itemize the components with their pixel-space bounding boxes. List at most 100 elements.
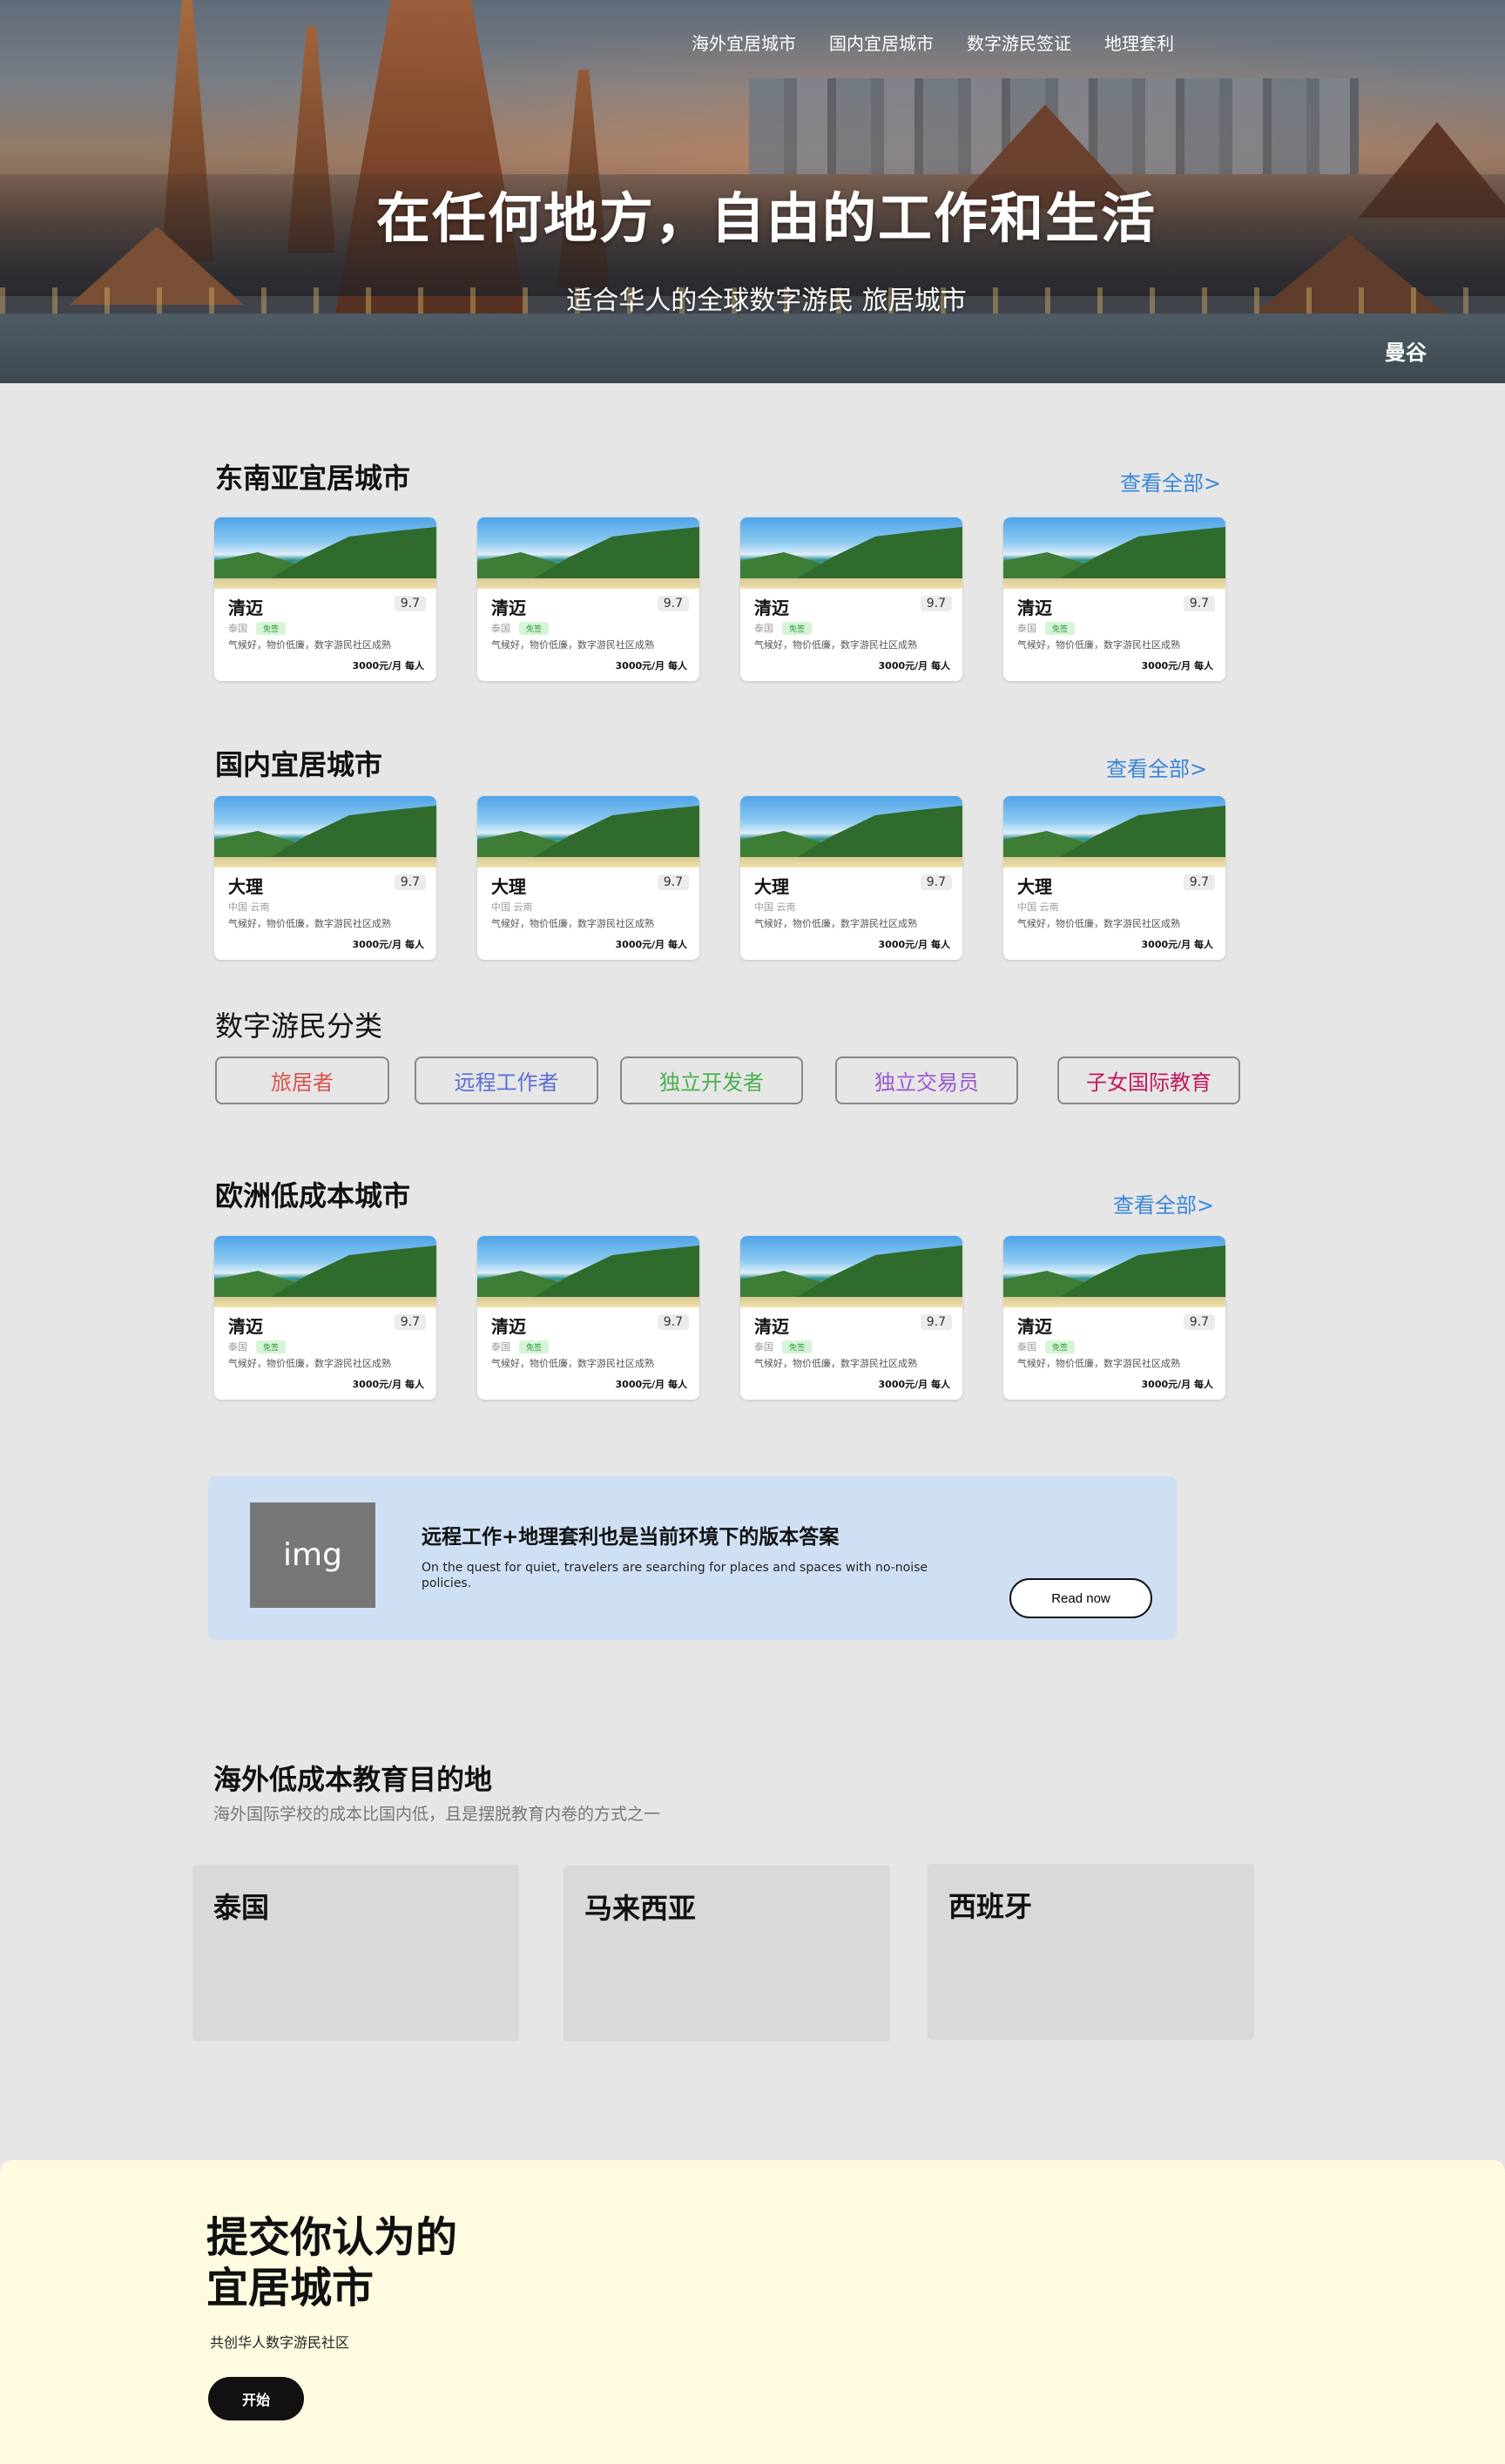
image-hill xyxy=(534,805,699,857)
city-card[interactable]: 清迈 9.7 泰国 免签 气候好，物价低廉，数字游民社区成熟 3000元/月 每人 xyxy=(214,1236,436,1400)
nav-item-geo-arbitrage[interactable]: 地理套利 xyxy=(1104,30,1174,55)
visa-free-badge: 免签 xyxy=(782,621,813,635)
education-card-thailand[interactable]: 泰国 xyxy=(192,1865,519,2041)
city-description: 气候好，物价低廉，数字游民社区成熟 xyxy=(491,639,654,651)
image-hill xyxy=(271,805,436,857)
city-score-badge: 9.7 xyxy=(657,596,689,611)
education-card-malaysia[interactable]: 马来西亚 xyxy=(564,1866,890,2042)
image-hill xyxy=(271,1245,436,1297)
section-title-sea: 东南亚宜居城市 xyxy=(215,462,411,495)
view-all-sea-link[interactable]: 查看全部> xyxy=(1120,466,1221,496)
city-card[interactable]: 清迈 9.7 泰国 免签 气候好，物价低廉，数字游民社区成熟 3000元/月 每人 xyxy=(477,517,699,681)
cta-subtitle: 共创华人数字游民社区 xyxy=(210,2334,350,2351)
city-card[interactable]: 清迈 9.7 泰国 免签 气候好，物价低廉，数字游民社区成熟 3000元/月 每人 xyxy=(740,517,962,681)
card-row-sea: 清迈 9.7 泰国 免签 气候好，物价低廉，数字游民社区成熟 3000元/月 每人 清迈 9.… xyxy=(214,517,1225,681)
category-button-indie-trader[interactable]: 独立交易员 xyxy=(835,1056,1018,1104)
city-price: 3000元/月 每人 xyxy=(615,939,687,950)
section-title-europe: 欧洲低成本城市 xyxy=(215,1179,411,1212)
nav-item-domestic-cities[interactable]: 国内宜居城市 xyxy=(829,30,934,55)
city-card-body: 清迈 9.7 泰国 免签 气候好，物价低廉，数字游民社区成熟 3000元/月 每人 xyxy=(1003,1307,1225,1400)
image-hill xyxy=(271,526,436,578)
city-card-body: 大理 9.7 中国 云南 气候好，物价低廉，数字游民社区成熟 3000元/月 每人 xyxy=(214,867,436,960)
city-price: 3000元/月 每人 xyxy=(1141,1379,1213,1390)
city-card[interactable]: 清迈 9.7 泰国 免签 气候好，物价低廉，数字游民社区成熟 3000元/月 每人 xyxy=(1003,517,1225,681)
city-score-badge: 9.7 xyxy=(657,1314,689,1330)
read-now-button[interactable]: Read now xyxy=(1009,1578,1152,1618)
city-card[interactable]: 大理 9.7 中国 云南 气候好，物价低廉，数字游民社区成熟 3000元/月 每人 xyxy=(1003,796,1225,960)
city-meta: 中国 云南 xyxy=(491,900,687,914)
city-card-image xyxy=(214,517,436,589)
top-nav: 海外宜居城市 国内宜居城市 数字游民签证 地理套利 xyxy=(692,30,1174,55)
visa-free-badge: 免签 xyxy=(519,621,550,635)
city-card[interactable]: 清迈 9.7 泰国 免签 气候好，物价低廉，数字游民社区成熟 3000元/月 每人 xyxy=(214,517,436,681)
nav-item-nomad-visa[interactable]: 数字游民签证 xyxy=(967,30,1071,55)
city-card-body: 大理 9.7 中国 云南 气候好，物价低廉，数字游民社区成熟 3000元/月 每人 xyxy=(477,867,699,960)
city-card[interactable]: 清迈 9.7 泰国 免签 气候好，物价低廉，数字游民社区成熟 3000元/月 每人 xyxy=(740,1236,962,1400)
city-meta: 泰国 免签 xyxy=(491,621,687,635)
hero-title: 在任何地方，自由的工作和生活 xyxy=(375,186,1157,250)
city-score-badge: 9.7 xyxy=(394,596,426,611)
city-country: 泰国 xyxy=(1017,1341,1036,1353)
nav-item-overseas-cities[interactable]: 海外宜居城市 xyxy=(692,30,796,55)
category-button-indie-developer[interactable]: 独立开发者 xyxy=(620,1056,803,1104)
submit-city-cta: 提交你认为的宜居城市 共创华人数字游民社区 开始 xyxy=(0,2160,1505,2464)
start-button[interactable]: 开始 xyxy=(208,2377,304,2420)
city-description: 气候好，物价低廉，数字游民社区成熟 xyxy=(754,918,917,929)
city-meta: 中国 云南 xyxy=(754,900,950,914)
city-card[interactable]: 大理 9.7 中国 云南 气候好，物价低廉，数字游民社区成熟 3000元/月 每人 xyxy=(477,796,699,960)
image-hill xyxy=(797,1245,962,1297)
city-score-badge: 9.7 xyxy=(920,874,952,890)
city-card-image xyxy=(477,517,699,589)
city-card-image xyxy=(214,796,436,867)
city-card-image xyxy=(214,1236,436,1307)
cta-title: 提交你认为的宜居城市 xyxy=(206,2213,458,2312)
city-description: 气候好，物价低廉，数字游民社区成熟 xyxy=(754,1358,917,1369)
hero-location-label: 曼谷 xyxy=(1385,341,1427,365)
city-description: 气候好，物价低廉，数字游民社区成熟 xyxy=(228,918,391,929)
city-card-image xyxy=(740,796,962,867)
city-price: 3000元/月 每人 xyxy=(615,1379,687,1390)
city-country: 泰国 xyxy=(754,1341,773,1353)
visa-free-badge: 免签 xyxy=(782,1340,813,1354)
visa-free-badge: 免签 xyxy=(1045,621,1076,635)
city-card[interactable]: 清迈 9.7 泰国 免签 气候好，物价低廉，数字游民社区成熟 3000元/月 每人 xyxy=(1003,1236,1225,1400)
city-card-image xyxy=(1003,796,1225,867)
city-meta: 泰国 免签 xyxy=(1017,1340,1213,1354)
city-description: 气候好，物价低廉，数字游民社区成熟 xyxy=(491,1358,654,1369)
city-price: 3000元/月 每人 xyxy=(1141,660,1213,672)
city-card-body: 清迈 9.7 泰国 免签 气候好，物价低廉，数字游民社区成熟 3000元/月 每人 xyxy=(214,589,436,681)
city-country: 泰国 xyxy=(228,1341,247,1353)
image-hill xyxy=(534,526,699,578)
hero-banner: 海外宜居城市 国内宜居城市 数字游民签证 地理套利 在任何地方，自由的工作和生活… xyxy=(0,0,1505,383)
education-card-spain[interactable]: 西班牙 xyxy=(928,1864,1254,2040)
view-all-domestic-link[interactable]: 查看全部> xyxy=(1106,752,1207,782)
city-price: 3000元/月 每人 xyxy=(352,660,424,672)
section-title-education: 海外低成本教育目的地 xyxy=(213,1763,493,1796)
city-meta: 泰国 免签 xyxy=(1017,621,1213,635)
view-all-europe-link[interactable]: 查看全部> xyxy=(1113,1188,1214,1218)
city-card-image xyxy=(1003,517,1225,589)
promo-banner: img 远程工作+地理套利也是当前环境下的版本答案 On the quest f… xyxy=(208,1476,1177,1640)
city-card-image xyxy=(740,517,962,589)
city-card[interactable]: 清迈 9.7 泰国 免签 气候好，物价低廉，数字游民社区成熟 3000元/月 每人 xyxy=(477,1236,699,1400)
education-subtitle: 海外国际学校的成本比国内低，且是摆脱教育内卷的方式之一 xyxy=(213,1805,661,1824)
visa-free-badge: 免签 xyxy=(256,621,287,635)
city-meta: 中国 云南 xyxy=(1017,900,1213,914)
category-button-remote-worker[interactable]: 远程工作者 xyxy=(415,1056,598,1104)
category-button-intl-education[interactable]: 子女国际教育 xyxy=(1057,1056,1240,1104)
city-description: 气候好，物价低廉，数字游民社区成熟 xyxy=(228,639,391,651)
category-button-traveler[interactable]: 旅居者 xyxy=(215,1056,389,1104)
card-row-domestic: 大理 9.7 中国 云南 气候好，物价低廉，数字游民社区成熟 3000元/月 每人 大理 9… xyxy=(214,796,1225,960)
section-title-domestic: 国内宜居城市 xyxy=(215,748,383,781)
city-meta: 中国 云南 xyxy=(228,900,424,914)
city-meta: 泰国 免签 xyxy=(754,621,950,635)
city-card[interactable]: 大理 9.7 中国 云南 气候好，物价低廉，数字游民社区成熟 3000元/月 每人 xyxy=(740,796,962,960)
city-meta: 泰国 免签 xyxy=(754,1340,950,1354)
city-meta: 泰国 免签 xyxy=(228,621,424,635)
city-score-badge: 9.7 xyxy=(1183,596,1215,611)
education-card-label: 西班牙 xyxy=(948,1890,1033,1923)
city-card-body: 清迈 9.7 泰国 免签 气候好，物价低廉，数字游民社区成熟 3000元/月 每人 xyxy=(740,589,962,681)
city-card[interactable]: 大理 9.7 中国 云南 气候好，物价低廉，数字游民社区成熟 3000元/月 每人 xyxy=(214,796,436,960)
city-description: 气候好，物价低廉，数字游民社区成熟 xyxy=(1017,918,1180,929)
city-card-body: 清迈 9.7 泰国 免签 气候好，物价低廉，数字游民社区成熟 3000元/月 每人 xyxy=(1003,589,1225,681)
